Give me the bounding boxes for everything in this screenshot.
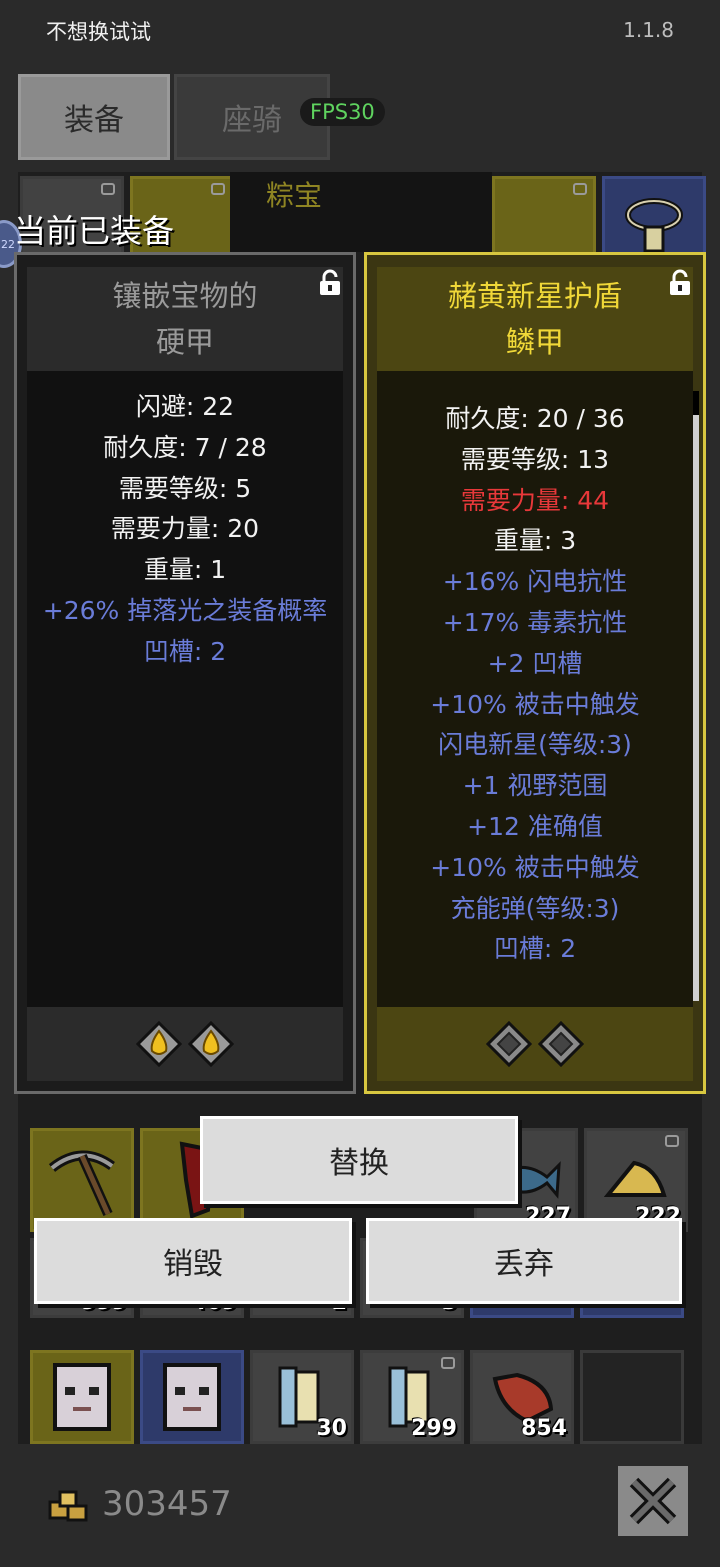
stat-line: +10% 被击中触发 bbox=[430, 689, 640, 719]
inventory-slot[interactable]: 854 bbox=[470, 1350, 574, 1444]
gold-coins-icon bbox=[48, 1490, 88, 1522]
lock-icon bbox=[211, 183, 225, 195]
portrait-icon bbox=[163, 1363, 221, 1431]
stat-line: 闪电新星(等级:3) bbox=[438, 730, 632, 760]
inventory-slot[interactable]: 30 bbox=[250, 1350, 354, 1444]
empty-socket-icon bbox=[486, 1021, 532, 1067]
stat-line: +26% 掉落光之装备概率 bbox=[42, 595, 328, 625]
gold-gem-icon bbox=[188, 1021, 234, 1067]
stat-line: 需要力量: 20 bbox=[110, 514, 260, 544]
stat-line: 需要等级: 5 bbox=[118, 473, 252, 503]
inventory-slot[interactable] bbox=[580, 1350, 684, 1444]
inventory-slot[interactable] bbox=[30, 1128, 134, 1232]
stat-line: 充能弹(等级:3) bbox=[450, 893, 620, 923]
stat-line: 需要力量: 44 bbox=[460, 485, 610, 515]
item-name-line2: 鳞甲 bbox=[505, 325, 564, 359]
app-title: 不想换试试 bbox=[46, 20, 151, 44]
stat-line: 闪避: 22 bbox=[135, 392, 235, 421]
inventory-slot[interactable] bbox=[140, 1350, 244, 1444]
candidate-item-panel: 赭黄新星护盾 鳞甲 耐久度: 20 / 36 需要等级: 13 需要力量: 44… bbox=[364, 252, 706, 1094]
cheese-icon bbox=[604, 1160, 667, 1197]
stat-line: 重量: 1 bbox=[143, 555, 227, 585]
stat-line: 凹槽: 2 bbox=[493, 934, 577, 964]
lock-icon bbox=[441, 1357, 455, 1369]
stat-line: 凹槽: 2 bbox=[143, 636, 227, 666]
item-stats[interactable]: 耐久度: 20 / 36 需要等级: 13 需要力量: 44 重量: 3 +16… bbox=[377, 371, 693, 1007]
portrait-icon bbox=[53, 1363, 111, 1431]
inventory-slot[interactable] bbox=[30, 1350, 134, 1444]
scrollbar-track[interactable] bbox=[693, 395, 699, 1001]
stat-line: +12 准确值 bbox=[467, 811, 603, 841]
stat-line: +10% 被击中触发 bbox=[430, 852, 640, 882]
item-count: 299 bbox=[411, 1416, 457, 1441]
equipped-item-panel: 镶嵌宝物的 硬甲 闪避: 22 耐久度: 7 / 28 需要等级: 5 需要力量… bbox=[14, 252, 356, 1094]
top-item-label: 粽宝 bbox=[266, 179, 323, 212]
socket-row bbox=[27, 1007, 343, 1081]
scrollbar-thumb[interactable] bbox=[693, 391, 699, 415]
unlock-icon[interactable] bbox=[317, 269, 343, 297]
stat-line: +2 凹槽 bbox=[487, 648, 583, 678]
stat-line: 重量: 3 bbox=[493, 526, 577, 556]
destroy-button[interactable]: 销毁 bbox=[34, 1218, 352, 1304]
item-count: 854 bbox=[521, 1416, 567, 1441]
fps-counter: FPS30 bbox=[300, 98, 385, 126]
lock-icon bbox=[665, 1135, 679, 1147]
stat-line: 需要等级: 13 bbox=[460, 444, 610, 474]
discard-button[interactable]: 丢弃 bbox=[366, 1218, 682, 1304]
tab-equipment[interactable]: 装备 bbox=[18, 74, 170, 160]
item-name-line1: 镶嵌宝物的 bbox=[112, 279, 258, 313]
pickaxe-icon bbox=[48, 1150, 115, 1217]
stat-line: +16% 闪电抗性 bbox=[442, 567, 628, 597]
item-stats: 闪避: 22 耐久度: 7 / 28 需要等级: 5 需要力量: 20 重量: … bbox=[27, 371, 343, 1007]
version-label: 1.1.8 bbox=[623, 18, 674, 42]
item-name: 镶嵌宝物的 硬甲 bbox=[27, 267, 343, 371]
stat-line: +1 视野范围 bbox=[462, 771, 608, 801]
socket-row bbox=[377, 1007, 693, 1081]
bottom-bar: 303457 bbox=[0, 1444, 720, 1567]
empty-socket-icon bbox=[538, 1021, 584, 1067]
gold-gem-icon bbox=[136, 1021, 182, 1067]
lock-icon bbox=[573, 183, 587, 195]
stat-line: 耐久度: 7 / 28 bbox=[103, 432, 267, 462]
stat-line: +17% 毒素抗性 bbox=[442, 607, 628, 637]
item-name: 赭黄新星护盾 鳞甲 bbox=[377, 267, 693, 371]
inventory-slot[interactable]: 222 bbox=[584, 1128, 688, 1232]
inventory-slot[interactable]: 299 bbox=[360, 1350, 464, 1444]
item-count: 30 bbox=[316, 1416, 347, 1441]
status-bar: 不想换试试 1.1.8 bbox=[0, 0, 720, 60]
lock-icon bbox=[101, 183, 115, 195]
close-icon bbox=[629, 1477, 677, 1525]
equipped-label: 当前已装备 bbox=[14, 212, 175, 250]
gold-amount: 303457 bbox=[102, 1484, 232, 1524]
stat-line: 耐久度: 20 / 36 bbox=[445, 404, 625, 433]
item-name-line1: 赭黄新星护盾 bbox=[447, 279, 622, 313]
item-name-line2: 硬甲 bbox=[155, 325, 214, 359]
close-button[interactable] bbox=[618, 1466, 688, 1536]
replace-button[interactable]: 替换 bbox=[200, 1116, 518, 1204]
unlock-icon[interactable] bbox=[667, 269, 693, 297]
